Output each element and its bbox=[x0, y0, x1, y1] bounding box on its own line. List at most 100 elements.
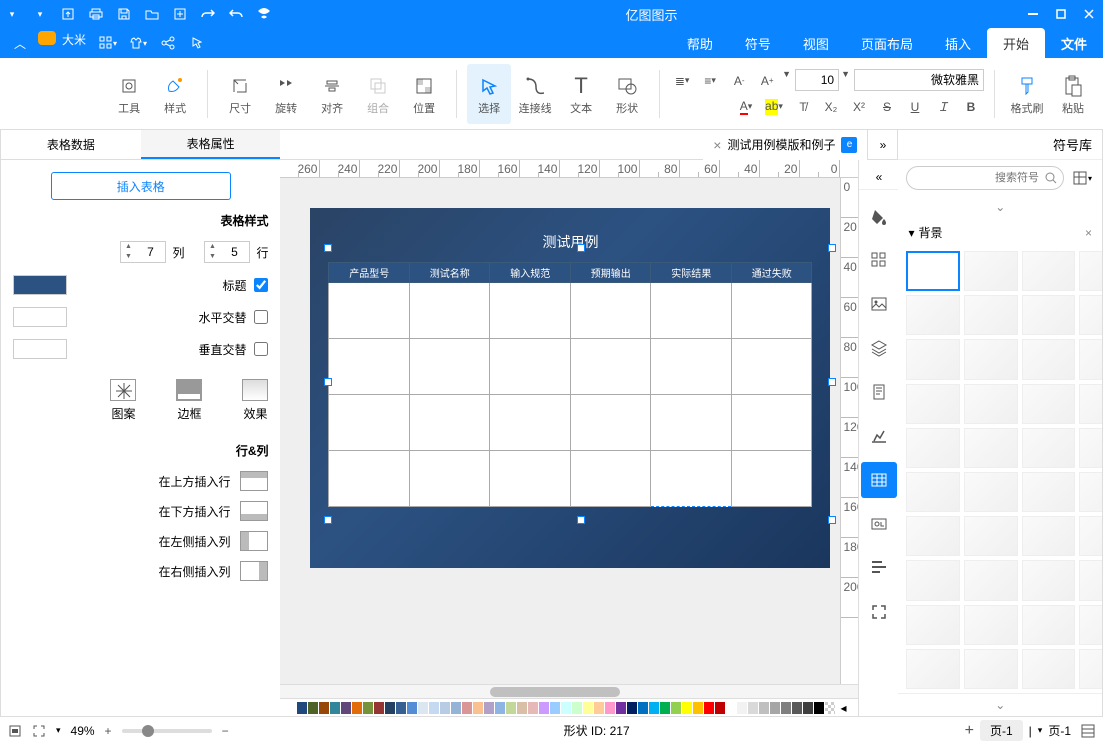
pattern-option[interactable]: 图案 bbox=[110, 379, 136, 422]
clipart-tool[interactable] bbox=[861, 506, 897, 542]
color-swatch[interactable] bbox=[616, 702, 626, 714]
bg-thumb[interactable] bbox=[964, 295, 1018, 335]
page-list-icon[interactable] bbox=[1081, 724, 1095, 738]
valt-color[interactable] bbox=[13, 339, 67, 359]
font-size-input[interactable] bbox=[795, 69, 839, 91]
data-table[interactable]: 产品型号 测试名称 输入规范 预期输出 实际结果 通过失败 bbox=[328, 262, 812, 507]
rows-spinner[interactable]: ▲▼ bbox=[204, 241, 250, 263]
color-swatch[interactable] bbox=[682, 702, 692, 714]
resize-handle[interactable] bbox=[577, 516, 585, 524]
doc-tab[interactable]: e 测试用例模版和例子 × bbox=[703, 130, 868, 160]
vip-badge[interactable] bbox=[38, 31, 56, 45]
canvas[interactable]: 测试用例 产品型号 测试名称 输入规范 预期输出 实际结果 通过失败 bbox=[280, 178, 840, 684]
color-swatch[interactable] bbox=[418, 702, 428, 714]
resize-handle[interactable] bbox=[324, 244, 332, 252]
color-swatch[interactable] bbox=[462, 702, 472, 714]
color-swatch[interactable] bbox=[803, 702, 813, 714]
print-icon[interactable] bbox=[84, 2, 108, 26]
page-tab[interactable]: 页-1 bbox=[980, 720, 1023, 741]
color-swatch[interactable] bbox=[770, 702, 780, 714]
zoom-out-icon[interactable]: − bbox=[222, 724, 229, 738]
page-tool[interactable] bbox=[861, 374, 897, 410]
bg-thumb[interactable] bbox=[964, 605, 1018, 645]
bg-thumb[interactable] bbox=[1022, 605, 1076, 645]
th[interactable]: 输入规范 bbox=[490, 263, 571, 283]
color-swatch[interactable] bbox=[583, 702, 593, 714]
bg-section[interactable]: ▾背景× bbox=[898, 218, 1102, 247]
bg-thumb[interactable] bbox=[906, 560, 960, 600]
fill-tool[interactable] bbox=[861, 198, 897, 234]
undo-icon[interactable] bbox=[224, 2, 248, 26]
bg-thumb[interactable] bbox=[964, 384, 1018, 424]
color-swatch[interactable] bbox=[550, 702, 560, 714]
apps-icon[interactable]: ▾ bbox=[96, 31, 120, 55]
color-swatch[interactable] bbox=[737, 702, 747, 714]
bold-icon[interactable]: B bbox=[958, 95, 984, 119]
shape-button[interactable]: 形状 bbox=[605, 64, 649, 124]
dropdown2-icon[interactable]: ▾ bbox=[0, 2, 24, 26]
bg-thumb[interactable] bbox=[906, 428, 960, 468]
color-swatch[interactable] bbox=[484, 702, 494, 714]
bg-thumb[interactable] bbox=[1079, 295, 1102, 335]
save-icon[interactable] bbox=[112, 2, 136, 26]
shirt-icon[interactable]: ▾ bbox=[126, 31, 150, 55]
share-icon[interactable] bbox=[156, 31, 180, 55]
color-swatch[interactable] bbox=[627, 702, 637, 714]
underline-icon[interactable]: U bbox=[902, 95, 928, 119]
bg-thumb[interactable] bbox=[1079, 560, 1102, 600]
resize-handle[interactable] bbox=[324, 516, 332, 524]
color-swatch[interactable] bbox=[319, 702, 329, 714]
close-tab-icon[interactable]: × bbox=[713, 137, 721, 153]
font-name-input[interactable] bbox=[854, 69, 984, 91]
italic-icon[interactable]: Ｉ bbox=[930, 95, 956, 119]
color-swatch[interactable] bbox=[396, 702, 406, 714]
bg-thumb[interactable] bbox=[1079, 649, 1102, 689]
color-swatch[interactable] bbox=[297, 702, 307, 714]
fullscreen-tool[interactable] bbox=[861, 594, 897, 630]
resize-handle[interactable] bbox=[828, 378, 836, 386]
valt-checkbox[interactable] bbox=[254, 342, 268, 356]
color-swatch[interactable] bbox=[352, 702, 362, 714]
menu-help[interactable]: 帮助 bbox=[671, 28, 729, 58]
color-swatch[interactable] bbox=[341, 702, 351, 714]
color-swatch[interactable] bbox=[726, 702, 736, 714]
min-btn[interactable] bbox=[1019, 0, 1047, 28]
menu-file[interactable]: 文件 bbox=[1045, 28, 1103, 58]
max-btn[interactable] bbox=[1047, 0, 1075, 28]
bg-thumb[interactable] bbox=[1022, 251, 1076, 291]
bg-thumb[interactable] bbox=[1022, 516, 1076, 556]
resize-handle[interactable] bbox=[828, 244, 836, 252]
bg-thumb[interactable] bbox=[1079, 428, 1102, 468]
color-swatch[interactable] bbox=[649, 702, 659, 714]
bg-thumb[interactable] bbox=[1079, 605, 1102, 645]
align-button[interactable]: 对齐 bbox=[310, 64, 354, 124]
tab-table-data[interactable]: 表格数据 bbox=[1, 130, 141, 159]
fit-page-icon[interactable] bbox=[32, 724, 46, 738]
color-swatch[interactable] bbox=[539, 702, 549, 714]
menu-view[interactable]: 视图 bbox=[787, 28, 845, 58]
color-swatch[interactable] bbox=[781, 702, 791, 714]
chart-tool[interactable] bbox=[861, 418, 897, 454]
color-swatch[interactable] bbox=[638, 702, 648, 714]
bg-thumb[interactable] bbox=[1079, 339, 1102, 379]
position-button[interactable]: 位置 bbox=[402, 64, 446, 124]
bg-thumb[interactable] bbox=[906, 339, 960, 379]
bg-thumb[interactable] bbox=[964, 516, 1018, 556]
no-color-swatch[interactable] bbox=[825, 702, 835, 714]
resize-handle[interactable] bbox=[577, 244, 585, 252]
color-swatch[interactable] bbox=[363, 702, 373, 714]
selected-cell[interactable] bbox=[651, 451, 732, 507]
bg-thumb[interactable] bbox=[1079, 384, 1102, 424]
close-btn[interactable] bbox=[1075, 0, 1103, 28]
cols-spinner[interactable]: ▲▼ bbox=[120, 241, 166, 263]
color-swatch[interactable] bbox=[660, 702, 670, 714]
dropdown1-icon[interactable]: ▾ bbox=[28, 2, 52, 26]
export-icon[interactable] bbox=[56, 2, 80, 26]
text-button[interactable]: T文本 bbox=[559, 64, 603, 124]
rotate-button[interactable]: 旋转 bbox=[264, 64, 308, 124]
bg-thumb[interactable] bbox=[1022, 649, 1076, 689]
bg-thumb[interactable] bbox=[1022, 472, 1076, 512]
bg-thumb[interactable] bbox=[1079, 251, 1102, 291]
chevron-down2-icon[interactable]: ⌄ bbox=[898, 693, 1102, 716]
clear-format-icon[interactable]: T̸ bbox=[790, 95, 816, 119]
